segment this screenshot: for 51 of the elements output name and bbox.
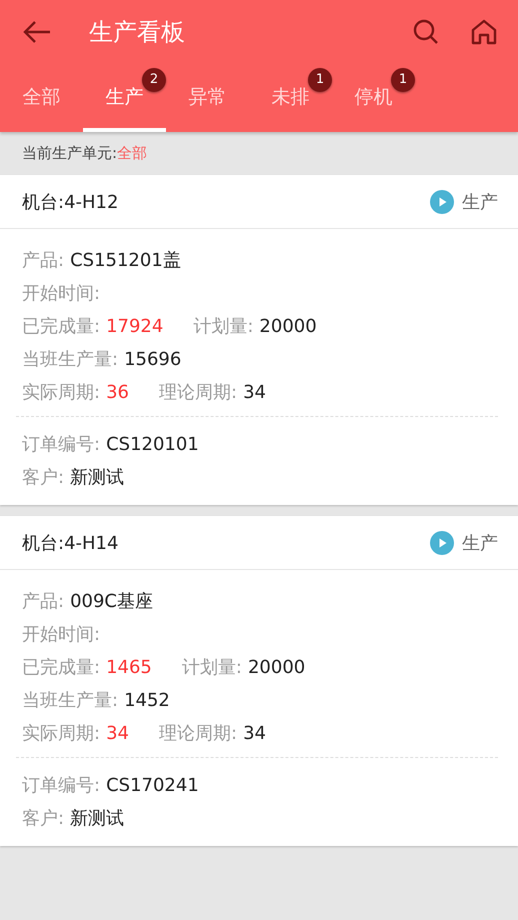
field-label: 计划量: (182, 656, 242, 678)
field-label: 计划量: (193, 316, 254, 336)
field-value: CS151201盖 (70, 250, 181, 270)
tab[interactable]: 停机 1 (332, 64, 415, 132)
tab[interactable]: 生产 2 (83, 64, 166, 132)
field-label: 当班生产量: (22, 348, 118, 370)
field-value: 20000 (259, 316, 317, 336)
field-label: 实际周期: (22, 382, 100, 402)
field-label: 开始时间: (22, 624, 100, 644)
field-label: 当班生产量: (22, 690, 118, 710)
field-label: 已完成量: (22, 316, 100, 336)
home-icon[interactable] (470, 18, 498, 46)
field-label: 产品: (22, 250, 64, 270)
field-label: 已完成量: (22, 656, 100, 678)
play-icon (430, 190, 454, 214)
field-label: 理论周期: (158, 382, 238, 402)
field-label: 客户: (22, 466, 64, 488)
machine-name: 机台:4-H12 (22, 190, 120, 214)
field-label: 实际周期: (22, 722, 100, 744)
field-value: 1465 (106, 656, 152, 678)
field-label: 订单编号: (22, 434, 100, 454)
field-value: 17924 (106, 316, 164, 336)
field-value: 新测试 (70, 808, 124, 828)
status-label: 生产 (462, 532, 498, 554)
field-value: CS170241 (106, 774, 199, 796)
search-icon[interactable] (412, 18, 440, 46)
field-value: 34 (243, 382, 266, 402)
field-value: 15696 (124, 348, 182, 370)
count-badge: 1 (391, 68, 415, 92)
field-value: 1452 (124, 690, 170, 710)
back-arrow-icon[interactable] (22, 20, 52, 44)
machine-name: 机台:4-H14 (22, 532, 120, 554)
field-label: 理论周期: (158, 722, 238, 744)
field-label: 订单编号: (22, 774, 100, 796)
unit-filter-label: 当前生产单元: (22, 144, 118, 162)
field-value: CS120101 (106, 434, 199, 454)
tab[interactable]: 未排 1 (249, 64, 332, 132)
status-label: 生产 (462, 190, 498, 214)
field-value: 34 (106, 722, 129, 744)
field-label: 开始时间: (22, 282, 100, 304)
play-icon (430, 530, 454, 554)
field-value: 34 (243, 722, 266, 744)
field-value: 20000 (248, 656, 306, 678)
field-label: 产品: (22, 590, 64, 612)
field-label: 客户: (22, 808, 64, 828)
count-badge: 2 (142, 68, 166, 92)
screen-title: 生产看板 (89, 17, 186, 48)
field-value: 36 (106, 382, 129, 402)
count-badge: 1 (308, 68, 332, 92)
field-value: 新测试 (70, 466, 124, 488)
field-value: 009C基座 (70, 590, 154, 612)
